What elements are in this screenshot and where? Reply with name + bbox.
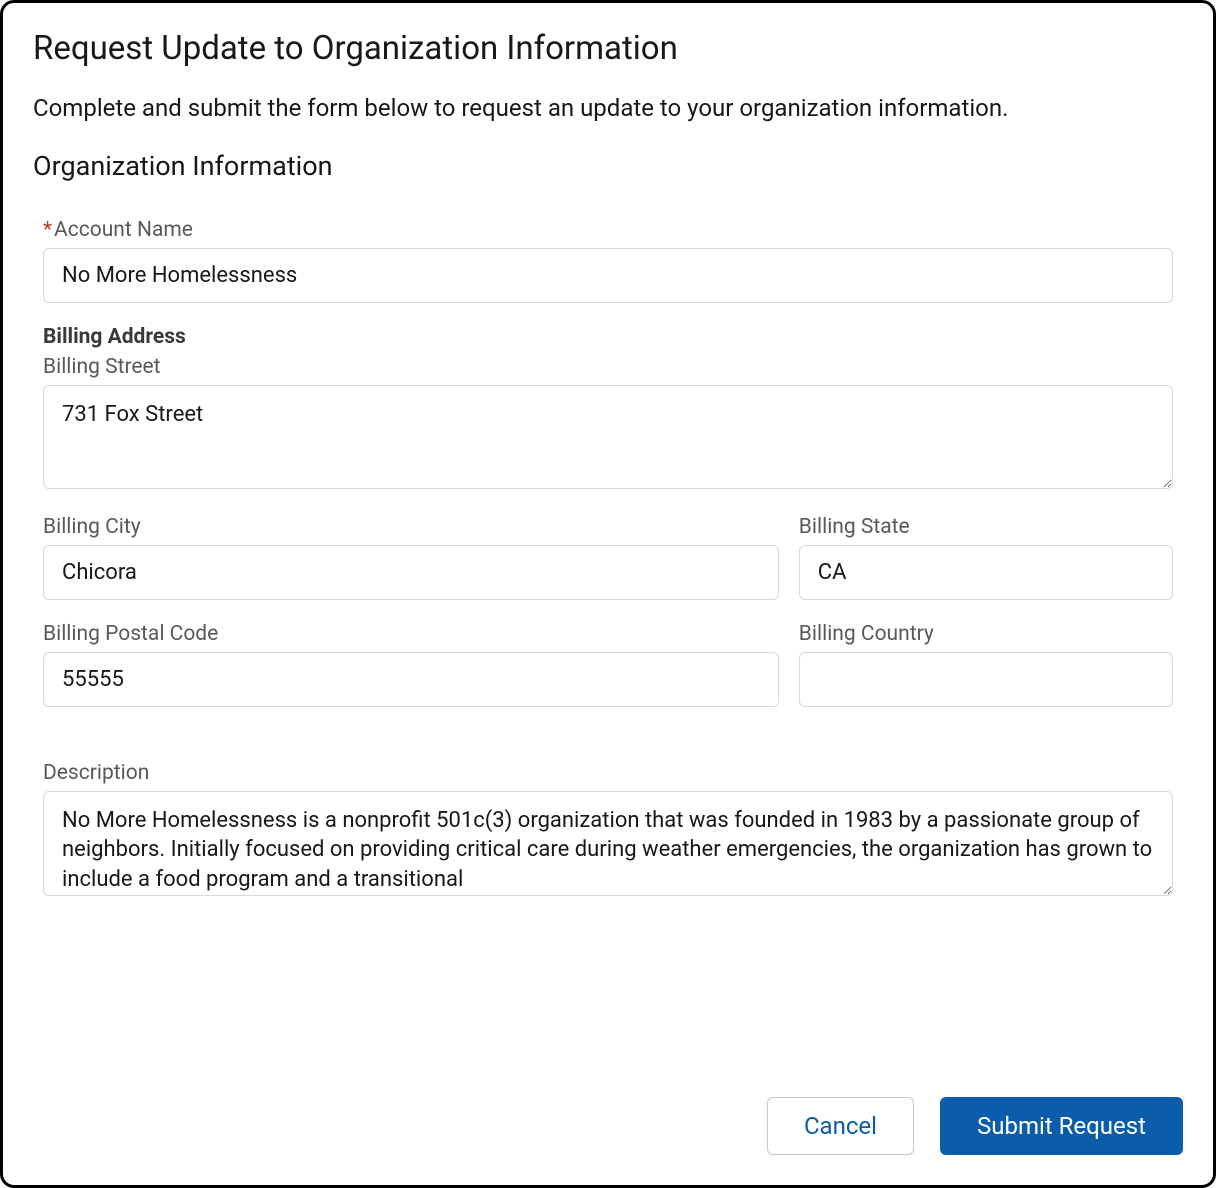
billing-country-label: Billing Country bbox=[799, 622, 1173, 646]
billing-street-input[interactable] bbox=[43, 385, 1173, 489]
account-name-input[interactable] bbox=[43, 248, 1173, 303]
billing-city-group: Billing City bbox=[43, 515, 779, 600]
account-name-group: *Account Name bbox=[43, 218, 1173, 303]
account-name-label-text: Account Name bbox=[54, 218, 193, 242]
form-dialog: Request Update to Organization Informati… bbox=[0, 0, 1216, 1188]
billing-state-group: Billing State bbox=[799, 515, 1173, 600]
page-title: Request Update to Organization Informati… bbox=[33, 29, 1183, 68]
submit-request-button[interactable]: Submit Request bbox=[940, 1097, 1183, 1155]
billing-postal-group: Billing Postal Code bbox=[43, 622, 779, 707]
description-label: Description bbox=[43, 761, 1173, 785]
required-star-icon: * bbox=[43, 218, 52, 242]
postal-country-row: Billing Postal Code Billing Country bbox=[43, 622, 1173, 729]
page-subtitle: Complete and submit the form below to re… bbox=[33, 92, 1183, 126]
description-input[interactable] bbox=[43, 791, 1173, 896]
billing-state-label: Billing State bbox=[799, 515, 1173, 539]
billing-street-group: Billing Street bbox=[43, 355, 1173, 493]
billing-country-group: Billing Country bbox=[799, 622, 1173, 707]
billing-postal-label: Billing Postal Code bbox=[43, 622, 779, 646]
dialog-footer: Cancel Submit Request bbox=[33, 1053, 1183, 1155]
account-name-label: *Account Name bbox=[43, 218, 1173, 242]
cancel-button[interactable]: Cancel bbox=[767, 1097, 914, 1155]
section-heading: Organization Information bbox=[33, 150, 1183, 182]
billing-state-input[interactable] bbox=[799, 545, 1173, 600]
billing-address-heading: Billing Address bbox=[43, 325, 1173, 349]
billing-country-input[interactable] bbox=[799, 652, 1173, 707]
billing-postal-input[interactable] bbox=[43, 652, 779, 707]
description-group: Description bbox=[43, 761, 1173, 900]
billing-city-label: Billing City bbox=[43, 515, 779, 539]
billing-street-label: Billing Street bbox=[43, 355, 1173, 379]
billing-city-input[interactable] bbox=[43, 545, 779, 600]
city-state-row: Billing City Billing State bbox=[43, 515, 1173, 622]
form-body: *Account Name Billing Address Billing St… bbox=[33, 218, 1183, 1053]
